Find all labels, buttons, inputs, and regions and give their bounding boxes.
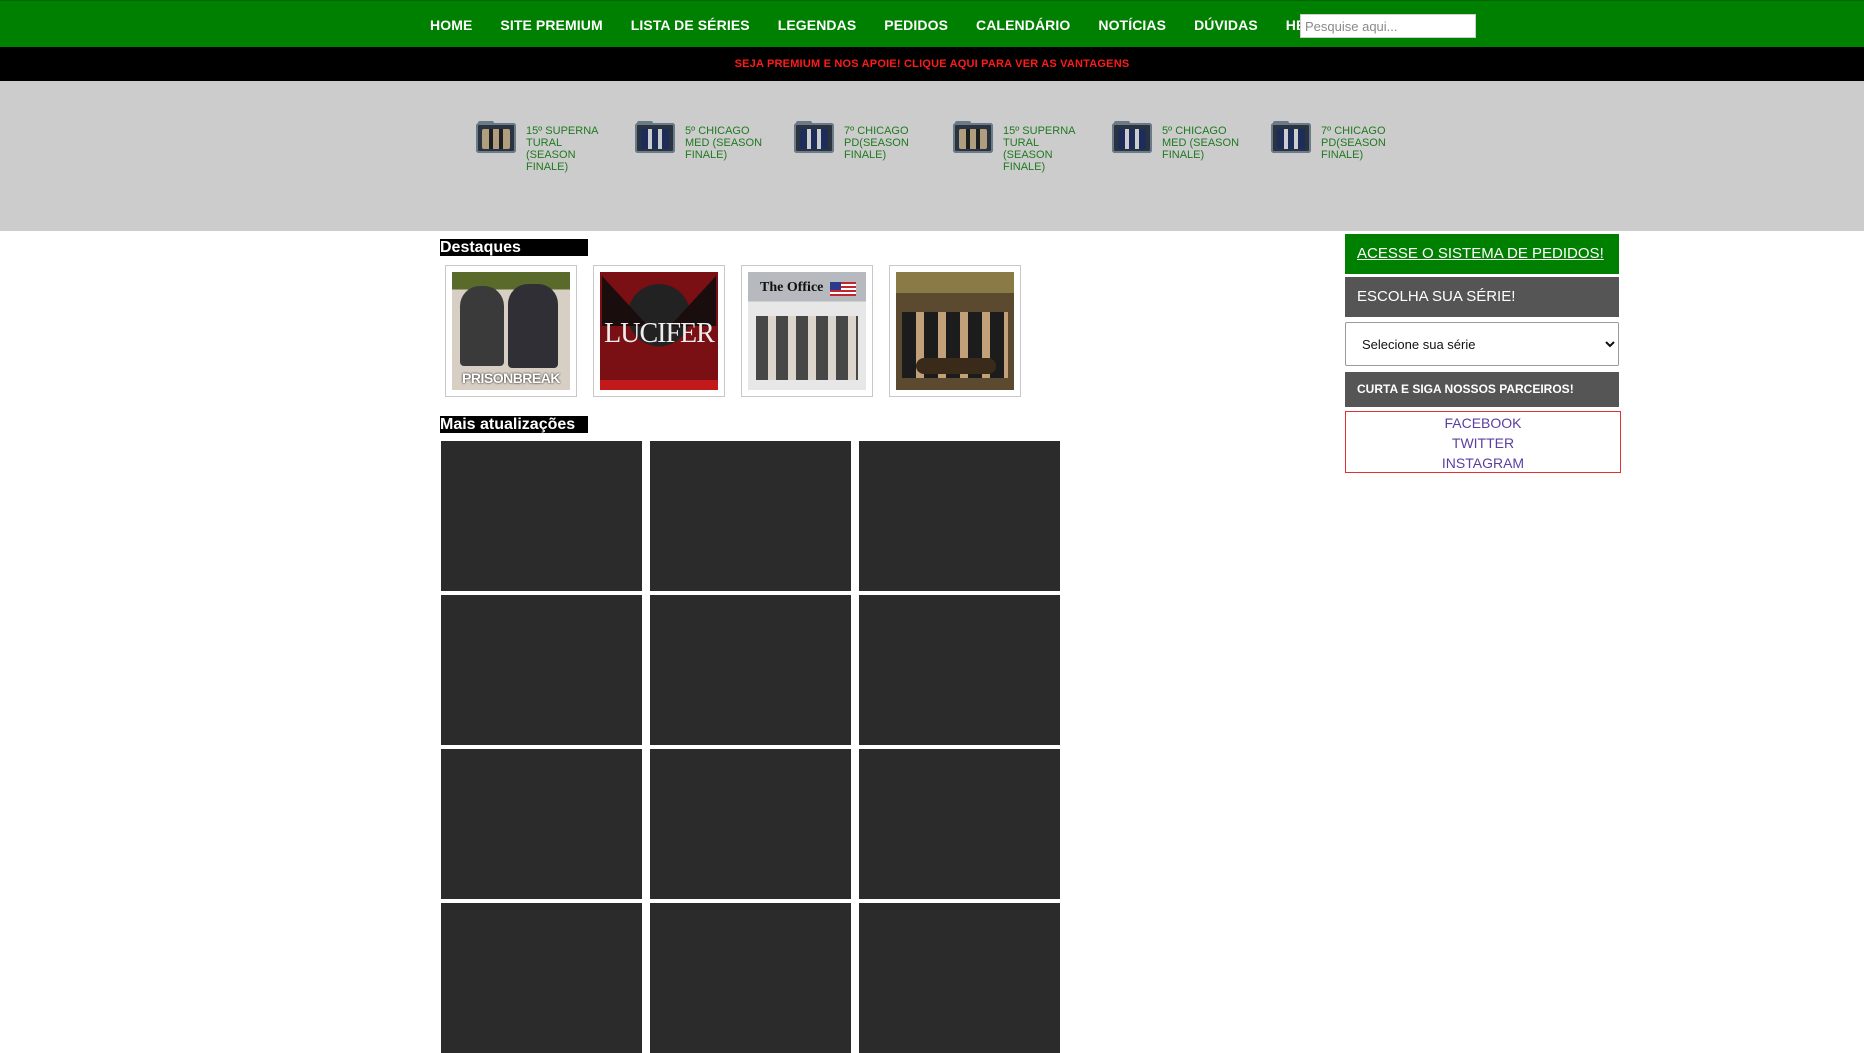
nav-home[interactable]: HOME [430, 17, 472, 33]
supernatural-folder-icon [476, 121, 516, 155]
series-select[interactable]: Selecione sua série [1345, 322, 1619, 366]
highlight-lucifer[interactable]: LUCIFER [593, 265, 725, 397]
update-tile[interactable] [441, 595, 642, 745]
orders-system-button[interactable]: ACESSE O SISTEMA DE PEDIDOS! [1345, 234, 1619, 274]
update-tile[interactable] [650, 595, 851, 745]
chicago-pd-folder-icon [1271, 121, 1311, 155]
instagram-link[interactable]: INSTAGRAM [1346, 453, 1620, 473]
update-tile[interactable] [650, 903, 851, 1053]
highlight-the-office[interactable]: The Office [741, 265, 873, 397]
choose-series-heading: ESCOLHA SUA SÉRIE! [1345, 277, 1619, 317]
the-office-poster: The Office [748, 272, 866, 390]
highlights-row: PRISONBREAK LUCIFER The Office [445, 265, 1037, 397]
nav-noticias[interactable]: NOTÍCIAS [1098, 17, 1166, 33]
how-i-met-your-mother-poster [896, 272, 1014, 390]
main-menu: HOME SITE PREMIUM LISTA DE SÉRIES LEGEND… [430, 1, 1365, 48]
poster-title: The Office [760, 280, 824, 295]
chicago-pd-folder-icon [794, 121, 834, 155]
updates-heading: Mais atualizações [440, 416, 588, 433]
search-input[interactable] [1300, 14, 1476, 38]
us-flag-icon [830, 282, 856, 296]
update-tile[interactable] [441, 441, 642, 591]
nav-site-premium[interactable]: SITE PREMIUM [500, 17, 602, 33]
chicago-med-folder-icon [635, 121, 675, 155]
highlight-prison-break[interactable]: PRISONBREAK [445, 265, 577, 397]
twitter-link[interactable]: TWITTER [1346, 433, 1620, 453]
update-tile[interactable] [859, 903, 1060, 1053]
latest-releases-band: 15º SUPERNA TURAL (SEASON FINALE) 5º CHI… [0, 81, 1864, 231]
ticker-label[interactable]: 5º CHICAGO MED (SEASON FINALE) [685, 125, 765, 161]
ticker-item[interactable]: 5º CHICAGO MED (SEASON FINALE) [1112, 121, 1262, 181]
chicago-med-folder-icon [1112, 121, 1152, 155]
top-navigation-bar: HOME SITE PREMIUM LISTA DE SÉRIES LEGEND… [0, 0, 1864, 48]
ticker-item[interactable]: 15º SUPERNA TURAL (SEASON FINALE) [476, 121, 626, 181]
premium-banner-link[interactable]: SEJA PREMIUM E NOS APOIE! CLIQUE AQUI PA… [735, 58, 1130, 70]
ticker-item[interactable]: 7º CHICAGO PD(SEASON FINALE) [1271, 121, 1421, 181]
update-tile[interactable] [650, 749, 851, 899]
prison-break-poster: PRISONBREAK [452, 272, 570, 390]
nav-pedidos[interactable]: PEDIDOS [884, 17, 948, 33]
premium-banner: SEJA PREMIUM E NOS APOIE! CLIQUE AQUI PA… [0, 47, 1864, 81]
poster-title: PRISONBREAK [462, 370, 560, 386]
nav-calendario[interactable]: CALENDÁRIO [976, 17, 1070, 33]
partners-heading: CURTA E SIGA NOSSOS PARCEIROS! [1345, 372, 1619, 407]
update-tile[interactable] [859, 441, 1060, 591]
poster-title: LUCIFER [604, 318, 715, 349]
ticker-label[interactable]: 7º CHICAGO PD(SEASON FINALE) [844, 125, 924, 161]
nav-lista-de-series[interactable]: LISTA DE SÉRIES [631, 17, 750, 33]
update-tile[interactable] [859, 595, 1060, 745]
update-tile[interactable] [650, 441, 851, 591]
highlights-heading: Destaques [440, 239, 588, 256]
ticker-label[interactable]: 15º SUPERNA TURAL (SEASON FINALE) [526, 125, 606, 173]
lucifer-poster: LUCIFER [600, 272, 718, 390]
highlight-how-i-met-your-mother[interactable] [889, 265, 1021, 397]
ticker-item[interactable]: 7º CHICAGO PD(SEASON FINALE) [794, 121, 944, 181]
update-tile[interactable] [441, 903, 642, 1053]
update-tile[interactable] [859, 749, 1060, 899]
facebook-link[interactable]: FACEBOOK [1346, 413, 1620, 433]
supernatural-folder-icon [953, 121, 993, 155]
social-links-box: FACEBOOK TWITTER INSTAGRAM [1345, 411, 1621, 473]
ticker-item[interactable]: 5º CHICAGO MED (SEASON FINALE) [635, 121, 785, 181]
nav-legendas[interactable]: LEGENDAS [778, 17, 857, 33]
ticker-label[interactable]: 15º SUPERNA TURAL (SEASON FINALE) [1003, 125, 1083, 173]
update-tile[interactable] [441, 749, 642, 899]
ticker-label[interactable]: 5º CHICAGO MED (SEASON FINALE) [1162, 125, 1242, 161]
ticker-label[interactable]: 7º CHICAGO PD(SEASON FINALE) [1321, 125, 1401, 161]
ticker-item[interactable]: 15º SUPERNA TURAL (SEASON FINALE) [953, 121, 1103, 181]
nav-duvidas[interactable]: DÚVIDAS [1194, 17, 1258, 33]
